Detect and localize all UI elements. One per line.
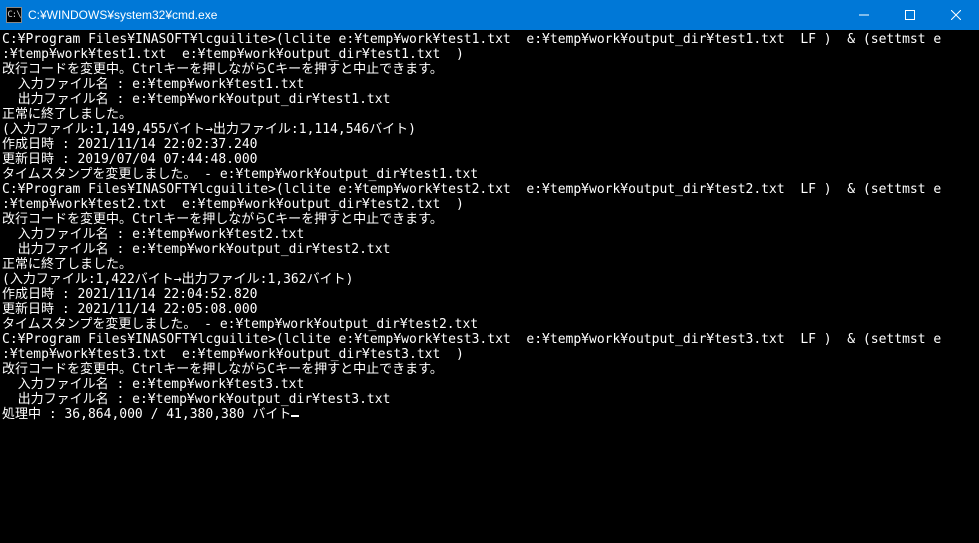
console-line: 改行コードを変更中。Ctrlキーを押しながらCキーを押すと中止できます。: [2, 212, 977, 227]
console-line: 入力ファイル名 : e:¥temp¥work¥test3.txt: [2, 377, 977, 392]
window-title: C:¥WINDOWS¥system32¥cmd.exe: [28, 8, 217, 22]
console-line: 更新日時 : 2021/11/14 22:05:08.000: [2, 302, 977, 317]
console-line: 出力ファイル名 : e:¥temp¥work¥output_dir¥test2.…: [2, 242, 977, 257]
console-line: 正常に終了しました。: [2, 107, 977, 122]
console-line: (入力ファイル:1,422バイト→出力ファイル:1,362バイト): [2, 272, 977, 287]
console-output[interactable]: C:¥Program Files¥INASOFT¥lcguilite>(lcli…: [0, 30, 979, 543]
minimize-icon: [859, 10, 869, 20]
console-line: タイムスタンプを変更しました。 - e:¥temp¥work¥output_di…: [2, 167, 977, 182]
console-line: 出力ファイル名 : e:¥temp¥work¥output_dir¥test1.…: [2, 92, 977, 107]
console-line: C:¥Program Files¥INASOFT¥lcguilite>(lcli…: [2, 32, 977, 47]
console-line: 更新日時 : 2019/07/04 07:44:48.000: [2, 152, 977, 167]
console-line: 改行コードを変更中。Ctrlキーを押しながらCキーを押すと中止できます。: [2, 362, 977, 377]
console-line: :¥temp¥work¥test3.txt e:¥temp¥work¥outpu…: [2, 347, 977, 362]
console-line: 正常に終了しました。: [2, 257, 977, 272]
window-controls: [841, 0, 979, 30]
console-line: タイムスタンプを変更しました。 - e:¥temp¥work¥output_di…: [2, 317, 977, 332]
console-line: :¥temp¥work¥test2.txt e:¥temp¥work¥outpu…: [2, 197, 977, 212]
titlebar: C:\ C:¥WINDOWS¥system32¥cmd.exe: [0, 0, 979, 30]
console-line: 出力ファイル名 : e:¥temp¥work¥output_dir¥test3.…: [2, 392, 977, 407]
console-line: 処理中 : 36,864,000 / 41,380,380 バイト: [2, 407, 977, 422]
console-line: 改行コードを変更中。Ctrlキーを押しながらCキーを押すと中止できます。: [2, 62, 977, 77]
console-line: 作成日時 : 2021/11/14 22:04:52.820: [2, 287, 977, 302]
minimize-button[interactable]: [841, 0, 887, 30]
console-line: 作成日時 : 2021/11/14 22:02:37.240: [2, 137, 977, 152]
console-line: 入力ファイル名 : e:¥temp¥work¥test2.txt: [2, 227, 977, 242]
console-line: :¥temp¥work¥test1.txt e:¥temp¥work¥outpu…: [2, 47, 977, 62]
close-icon: [951, 10, 961, 20]
console-line: C:¥Program Files¥INASOFT¥lcguilite>(lcli…: [2, 182, 977, 197]
maximize-icon: [905, 10, 915, 20]
cmd-icon: C:\: [6, 7, 22, 23]
text-cursor: [291, 415, 299, 417]
console-line: 入力ファイル名 : e:¥temp¥work¥test1.txt: [2, 77, 977, 92]
maximize-button[interactable]: [887, 0, 933, 30]
close-button[interactable]: [933, 0, 979, 30]
console-line: C:¥Program Files¥INASOFT¥lcguilite>(lcli…: [2, 332, 977, 347]
console-line: (入力ファイル:1,149,455バイト→出力ファイル:1,114,546バイト…: [2, 122, 977, 137]
